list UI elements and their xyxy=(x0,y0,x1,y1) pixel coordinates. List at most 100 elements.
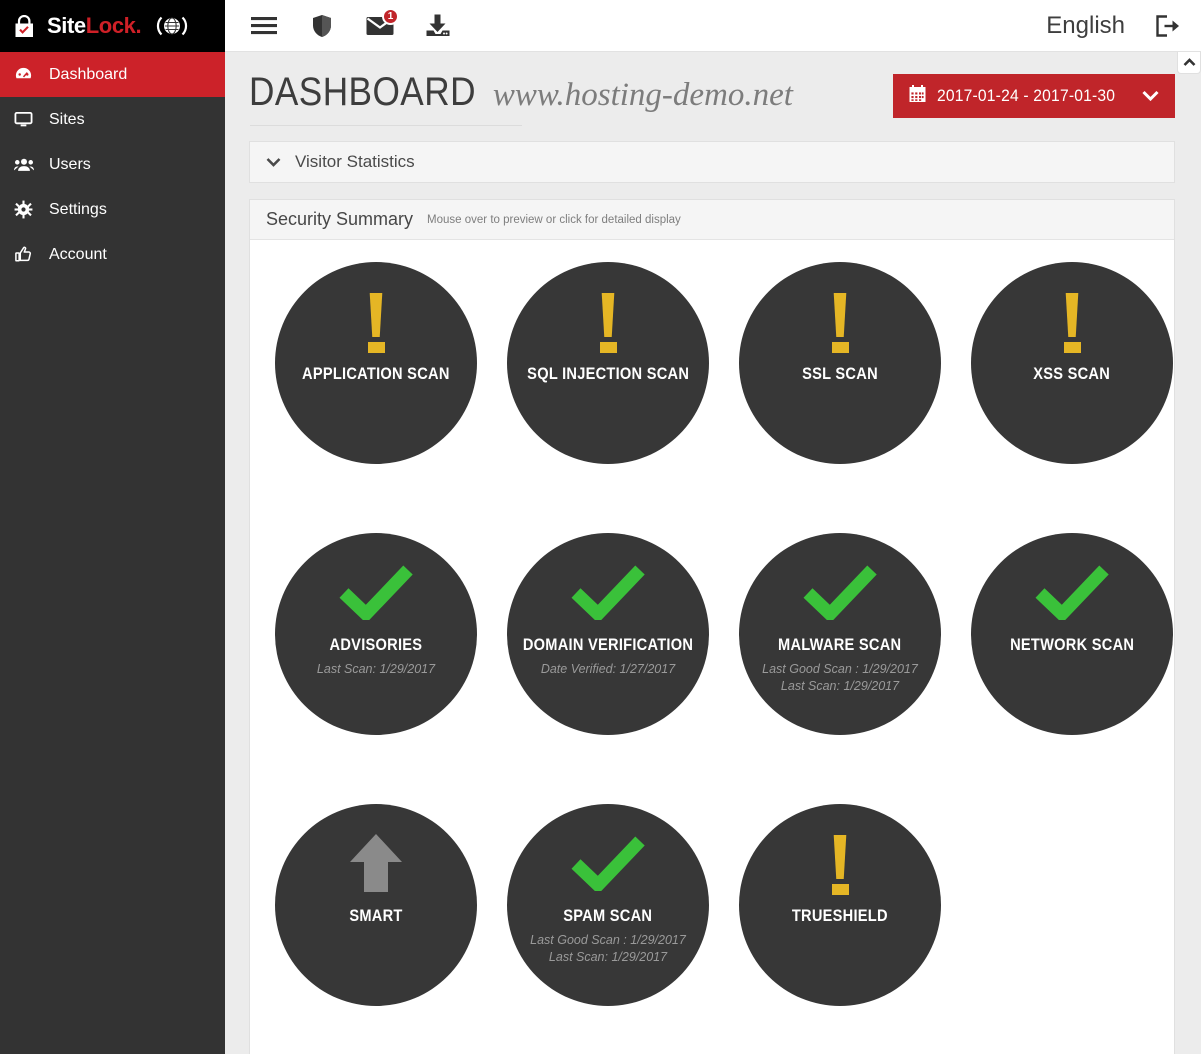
scan-cell: SQL INJECTION SCAN xyxy=(492,262,724,533)
scan-cell: NETWORK SCAN xyxy=(956,533,1188,804)
brand-dot: . xyxy=(135,13,142,38)
scan-circle-smart[interactable]: SMART xyxy=(275,804,477,1006)
globe-signal-icon xyxy=(155,13,189,39)
page-subtitle-domain: www.hosting-demo.net xyxy=(492,77,793,113)
scan-subtext: Last Scan: 1/29/2017 xyxy=(548,950,668,964)
chevron-down-icon xyxy=(1142,86,1159,106)
scan-circle-application-scan[interactable]: APPLICATION SCAN xyxy=(275,262,477,464)
arrow-up-icon xyxy=(348,832,404,899)
scan-status-icon xyxy=(571,559,645,629)
gear-icon xyxy=(14,200,46,219)
scan-label: NETWORK SCAN xyxy=(1009,635,1135,654)
scan-label: MALWARE SCAN xyxy=(778,635,902,654)
language-selector[interactable]: English xyxy=(1046,12,1125,40)
padlock-icon xyxy=(14,14,35,38)
scan-circle-xss-scan[interactable]: XSS SCAN xyxy=(971,262,1173,464)
check-icon xyxy=(803,564,877,625)
scan-cell: SSL SCAN xyxy=(724,262,956,533)
brand-lock-text: Lock xyxy=(85,13,136,38)
shield-icon[interactable] xyxy=(305,9,339,43)
scan-cell: ADVISORIES Last Scan: 1/29/2017 xyxy=(260,533,492,804)
logout-icon[interactable] xyxy=(1151,9,1185,43)
title-underline xyxy=(250,125,522,126)
exclamation-icon xyxy=(1063,293,1081,353)
scan-status-icon xyxy=(831,288,849,358)
check-icon xyxy=(571,564,645,625)
dashboard-gauge-icon xyxy=(14,65,46,84)
scan-label: SSL SCAN xyxy=(802,364,878,383)
scan-label: XSS SCAN xyxy=(1033,364,1111,383)
sidebar-item-dashboard[interactable]: Dashboard xyxy=(0,52,225,97)
sidebar-item-label: Sites xyxy=(49,110,85,128)
scan-circle-ssl-scan[interactable]: SSL SCAN xyxy=(739,262,941,464)
scan-circle-grid: APPLICATION SCAN SQL INJECTION SCAN SSL SC… xyxy=(250,240,1174,1054)
scan-subtext: Last Scan: 1/29/2017 xyxy=(780,679,900,693)
app-root: Site Lock. Dashboard Sites Users Setting… xyxy=(0,0,1201,1054)
scan-circle-advisories[interactable]: ADVISORIES Last Scan: 1/29/2017 xyxy=(275,533,477,735)
scan-cell: SMART xyxy=(260,804,492,1054)
sidebar-item-account[interactable]: Account xyxy=(0,232,225,277)
sidebar-item-sites[interactable]: Sites xyxy=(0,97,225,142)
check-icon xyxy=(571,835,645,896)
chevron-down-icon[interactable] xyxy=(266,157,281,167)
security-summary-header: Security Summary Mouse over to preview o… xyxy=(250,200,1174,240)
scan-subtext: Last Scan: 1/29/2017 xyxy=(316,662,436,676)
date-range-button[interactable]: 2017-01-24 - 2017-01-30 xyxy=(893,74,1175,118)
sidebar-item-label: Account xyxy=(49,245,107,263)
brand-wordmark: Site Lock. xyxy=(47,13,142,39)
scan-cell: DOMAIN VERIFICATION Date Verified: 1/27/2… xyxy=(492,533,724,804)
main-column: 1 English DASHBOARD www.hosting-demo.net xyxy=(225,0,1201,1054)
scan-circle-domain-verification[interactable]: DOMAIN VERIFICATION Date Verified: 1/27/2… xyxy=(507,533,709,735)
scan-circle-malware-scan[interactable]: MALWARE SCAN Last Good Scan : 1/29/2017 La… xyxy=(739,533,941,735)
scan-label: ADVISORIES xyxy=(329,635,423,654)
thumbs-up-icon xyxy=(14,245,46,264)
scan-status-icon xyxy=(803,559,877,629)
download-inbox-icon[interactable] xyxy=(421,9,455,43)
brand-site-text: Site xyxy=(47,13,86,38)
exclamation-icon xyxy=(599,293,617,353)
sidebar-item-label: Dashboard xyxy=(49,65,128,83)
page-title: DASHBOARD xyxy=(249,70,476,114)
scan-status-icon xyxy=(599,288,617,358)
scan-cell: TRUESHIELD xyxy=(724,804,956,1054)
scan-subtext: Last Good Scan : 1/29/2017 xyxy=(530,933,686,947)
visitor-statistics-panel: Visitor Statistics xyxy=(249,141,1175,183)
scan-circle-network-scan[interactable]: NETWORK SCAN xyxy=(971,533,1173,735)
scan-subtext: Date Verified: 1/27/2017 xyxy=(540,662,676,676)
mail-unread-badge: 1 xyxy=(382,7,399,25)
users-icon xyxy=(14,155,46,174)
sidebar: Site Lock. Dashboard Sites Users Setting… xyxy=(0,0,225,1054)
visitor-statistics-header[interactable]: Visitor Statistics xyxy=(250,142,1174,182)
scan-label: DOMAIN VERIFICATION xyxy=(522,635,694,654)
hamburger-menu-icon[interactable] xyxy=(247,9,281,43)
scan-circle-trueshield[interactable]: TRUESHIELD xyxy=(739,804,941,1006)
scan-label: TRUESHIELD xyxy=(792,906,888,925)
scan-circle-sql-injection-scan[interactable]: SQL INJECTION SCAN xyxy=(507,262,709,464)
scan-label: APPLICATION SCAN xyxy=(302,364,450,383)
scroll-to-top-button[interactable] xyxy=(1177,52,1201,74)
content-scrollbar[interactable] xyxy=(1193,126,1201,1054)
envelope-icon[interactable]: 1 xyxy=(363,7,399,43)
content-area: DASHBOARD www.hosting-demo.net 2017-01-2… xyxy=(225,52,1201,1054)
scan-status-icon xyxy=(1035,559,1109,629)
brand-logo[interactable]: Site Lock. xyxy=(0,0,225,52)
visitor-statistics-title: Visitor Statistics xyxy=(295,152,415,171)
topbar: 1 English xyxy=(225,0,1201,52)
scan-label: SPAM SCAN xyxy=(563,906,653,925)
sidebar-item-label: Settings xyxy=(49,200,107,218)
page-title-wrap: DASHBOARD www.hosting-demo.net xyxy=(249,70,893,126)
scan-status-icon xyxy=(339,559,413,629)
scan-cell: XSS SCAN xyxy=(956,262,1188,533)
sidebar-nav: Dashboard Sites Users Settings Account xyxy=(0,52,225,277)
scan-status-icon xyxy=(831,830,849,900)
scan-status-icon xyxy=(1063,288,1081,358)
sidebar-item-users[interactable]: Users xyxy=(0,142,225,187)
calendar-icon xyxy=(909,84,926,108)
sidebar-item-settings[interactable]: Settings xyxy=(0,187,225,232)
exclamation-icon xyxy=(831,835,849,895)
scan-circle-spam-scan[interactable]: SPAM SCAN Last Good Scan : 1/29/2017 Last … xyxy=(507,804,709,1006)
exclamation-icon xyxy=(367,293,385,353)
scan-cell: MALWARE SCAN Last Good Scan : 1/29/2017 La… xyxy=(724,533,956,804)
scan-status-icon xyxy=(367,288,385,358)
monitor-icon xyxy=(14,110,46,129)
